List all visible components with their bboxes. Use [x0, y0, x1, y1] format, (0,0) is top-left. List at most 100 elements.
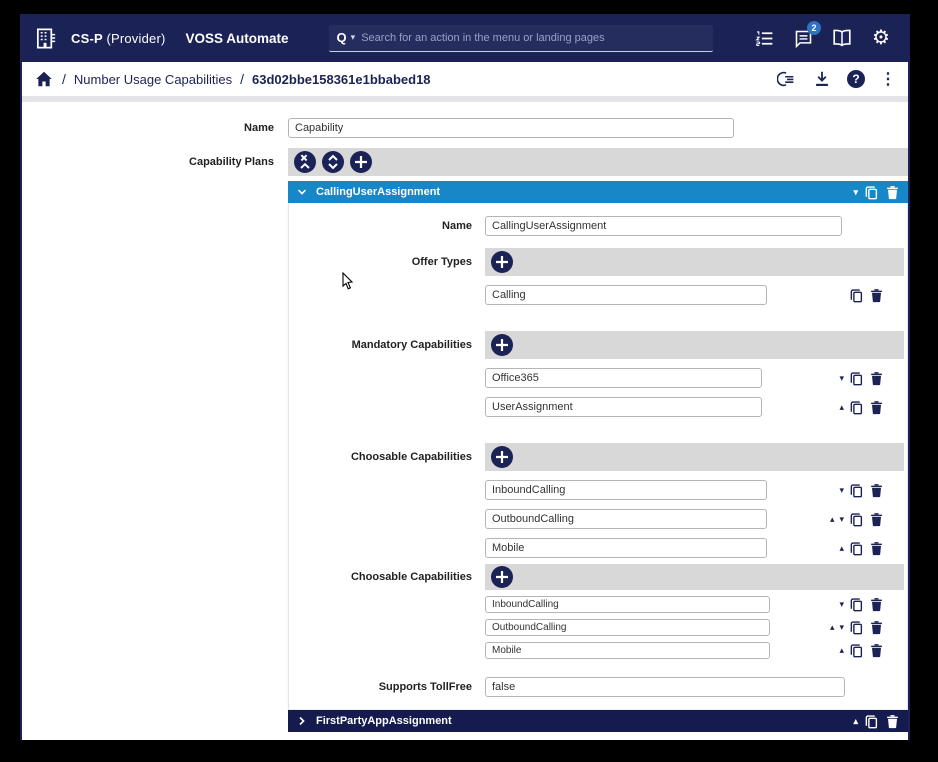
- delete-row-icon[interactable]: [869, 512, 884, 527]
- name-field[interactable]: [288, 118, 734, 138]
- breadcrumb-separator: /: [240, 71, 244, 87]
- choosable-row: ▴ ▾: [289, 509, 904, 529]
- choosable-capability-field[interactable]: [485, 619, 770, 636]
- help-icon[interactable]: ?: [847, 70, 865, 88]
- task-list-icon[interactable]: [753, 27, 775, 49]
- breadcrumb-bar: / Number Usage Capabilities / 63d02bbe15…: [22, 62, 908, 96]
- remove-all-button[interactable]: [294, 151, 316, 173]
- expand-chevron-icon[interactable]: [296, 715, 308, 727]
- offer-types-section: Offer Types: [289, 248, 904, 305]
- copy-row-icon[interactable]: [849, 541, 864, 556]
- move-up-caret-icon[interactable]: ▴: [830, 515, 835, 524]
- delete-plan-icon[interactable]: [885, 714, 900, 729]
- search-scope-chevron-icon[interactable]: ▾: [351, 32, 356, 43]
- choosable-row: ▴: [289, 538, 904, 558]
- plan-header-firstpartyappassignment[interactable]: FirstPartyAppAssignment ▴: [288, 710, 908, 732]
- copy-row-icon[interactable]: [849, 643, 864, 658]
- copy-plan-icon[interactable]: [864, 185, 879, 200]
- global-search[interactable]: Q ▾: [329, 25, 713, 52]
- search-icon: Q: [337, 30, 347, 45]
- copy-row-icon[interactable]: [849, 512, 864, 527]
- expand-collapse-all-button[interactable]: [322, 151, 344, 173]
- organization-name: CS-P (Provider): [71, 31, 166, 46]
- plan-title: FirstPartyAppAssignment: [316, 715, 452, 727]
- delete-row-icon[interactable]: [869, 371, 884, 386]
- collapse-chevron-icon[interactable]: [296, 186, 308, 198]
- name-field-label: Name: [22, 122, 288, 134]
- delete-row-icon[interactable]: [869, 288, 884, 303]
- notifications-icon[interactable]: 2: [792, 27, 814, 49]
- move-up-caret-icon[interactable]: ▴: [839, 646, 844, 655]
- move-down-caret-icon[interactable]: ▾: [839, 486, 844, 495]
- mandatory-capability-field[interactable]: [485, 397, 762, 417]
- move-up-caret-icon[interactable]: ▴: [853, 717, 858, 726]
- move-down-caret-icon[interactable]: ▾: [839, 374, 844, 383]
- choosable-capabilities-label: Choosable Capabilities: [289, 451, 485, 463]
- offer-type-field[interactable]: [485, 285, 767, 305]
- choosable-capabilities-section-2: Choosable Capabilities ▾: [289, 564, 904, 659]
- plan-panel: Name Offer Types: [288, 203, 908, 710]
- copy-row-icon[interactable]: [849, 400, 864, 415]
- organization-icon[interactable]: [34, 26, 59, 51]
- mandatory-capability-field[interactable]: [485, 368, 762, 388]
- settings-gear-icon[interactable]: ⚙: [870, 27, 892, 49]
- add-choosable-capability-button[interactable]: [491, 566, 513, 588]
- export-download-icon[interactable]: [812, 69, 832, 89]
- mandatory-row: ▾: [289, 368, 904, 388]
- choosable-capabilities-toolbar: [485, 443, 904, 471]
- capability-plans-label: Capability Plans: [22, 148, 288, 168]
- mandatory-capabilities-section: Mandatory Capabilities ▾: [289, 331, 904, 417]
- choosable-row: ▴ ▾: [289, 619, 904, 636]
- copy-plan-icon[interactable]: [864, 714, 879, 729]
- add-offer-type-button[interactable]: [491, 251, 513, 273]
- top-navigation-bar: CS-P (Provider) VOSS Automate Q ▾ 2 ⚙: [22, 14, 908, 62]
- kebab-menu-icon[interactable]: ⋮: [880, 69, 896, 89]
- mandatory-capabilities-toolbar: [485, 331, 904, 359]
- breadcrumb-item-number-usage-capabilities[interactable]: Number Usage Capabilities: [74, 72, 232, 87]
- move-down-caret-icon[interactable]: ▾: [839, 600, 844, 609]
- move-down-caret-icon[interactable]: ▾: [853, 188, 858, 197]
- mandatory-row: ▴: [289, 397, 904, 417]
- page-actions: ? ⋮: [777, 69, 896, 89]
- choosable-capability-field[interactable]: [485, 642, 770, 659]
- move-down-caret-icon[interactable]: ▾: [839, 515, 844, 524]
- delete-row-icon[interactable]: [869, 643, 884, 658]
- delete-row-icon[interactable]: [869, 597, 884, 612]
- move-up-caret-icon[interactable]: ▴: [839, 403, 844, 412]
- choosable-row: ▾: [289, 596, 904, 613]
- documentation-book-icon[interactable]: [831, 27, 853, 49]
- transaction-log-icon[interactable]: [777, 69, 797, 89]
- plan-header-callinguserassignment[interactable]: CallingUserAssignment ▾: [288, 181, 908, 203]
- move-up-caret-icon[interactable]: ▴: [839, 544, 844, 553]
- delete-row-icon[interactable]: [869, 541, 884, 556]
- plan-name-field[interactable]: [485, 216, 842, 236]
- copy-row-icon[interactable]: [849, 597, 864, 612]
- copy-row-icon[interactable]: [849, 483, 864, 498]
- delete-row-icon[interactable]: [869, 400, 884, 415]
- choosable-capability-field[interactable]: [485, 509, 767, 529]
- move-down-caret-icon[interactable]: ▾: [839, 623, 844, 632]
- search-input[interactable]: [359, 31, 704, 45]
- copy-row-icon[interactable]: [849, 371, 864, 386]
- home-icon[interactable]: [34, 69, 54, 89]
- copy-row-icon[interactable]: [849, 288, 864, 303]
- add-mandatory-capability-button[interactable]: [491, 334, 513, 356]
- choosable-capability-field[interactable]: [485, 596, 770, 613]
- copy-row-icon[interactable]: [849, 620, 864, 635]
- choosable-row: ▴: [289, 642, 904, 659]
- brand-area: CS-P (Provider) VOSS Automate: [22, 26, 289, 51]
- add-choosable-capability-button[interactable]: [491, 446, 513, 468]
- delete-row-icon[interactable]: [869, 483, 884, 498]
- add-capability-plan-button[interactable]: [350, 151, 372, 173]
- choosable-capability-field[interactable]: [485, 538, 767, 558]
- supports-tollfree-field[interactable]: [485, 677, 845, 697]
- choosable-capability-field[interactable]: [485, 480, 767, 500]
- app-title: VOSS Automate: [186, 31, 289, 46]
- breadcrumb: / Number Usage Capabilities / 63d02bbe15…: [34, 69, 431, 89]
- delete-plan-icon[interactable]: [885, 185, 900, 200]
- choosable-capabilities-label: Choosable Capabilities: [289, 571, 485, 583]
- capability-plans-toolbar: [288, 148, 908, 176]
- delete-row-icon[interactable]: [869, 620, 884, 635]
- move-up-caret-icon[interactable]: ▴: [830, 623, 835, 632]
- plan-title: CallingUserAssignment: [316, 186, 440, 198]
